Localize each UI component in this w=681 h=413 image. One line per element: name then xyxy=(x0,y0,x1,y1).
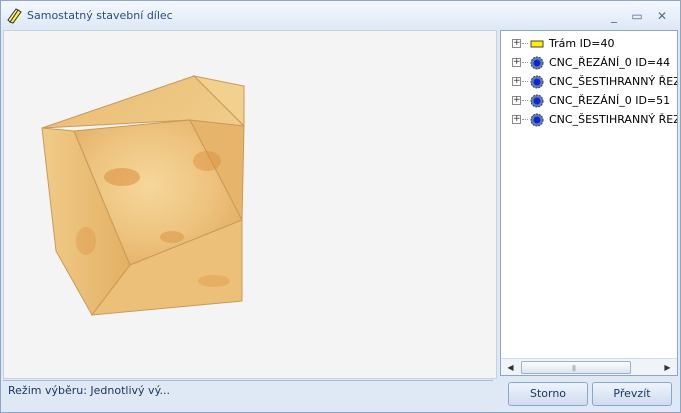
tree-item[interactable]: + CNC_ŠESTIHRANNÝ ŘEZ xyxy=(501,111,677,130)
status-divider xyxy=(3,380,493,381)
3d-viewport[interactable] xyxy=(3,30,497,379)
accept-button[interactable]: Převzít xyxy=(592,382,672,406)
tree-item[interactable]: + CNC_ŠESTIHRANNÝ ŘEZ xyxy=(501,73,677,92)
expand-toggle[interactable]: + xyxy=(512,96,521,105)
title-bar[interactable]: Samostatný stavební dílec _ ▭ ✕ xyxy=(1,1,680,30)
maximize-button[interactable]: ▭ xyxy=(627,8,647,24)
tree-item-label: CNC_ŘEZÁNÍ_0 ID=51 xyxy=(549,94,671,107)
expand-toggle[interactable]: + xyxy=(512,77,521,86)
tree-view[interactable]: + Trám ID=40 + CNC_ŘEZÁNÍ_0 ID=44 + CNC_… xyxy=(500,30,678,376)
tree-connector xyxy=(522,43,528,44)
gear-icon xyxy=(530,94,544,108)
tree-item-label: CNC_ŘEZÁNÍ_0 ID=44 xyxy=(549,56,671,69)
expand-toggle[interactable]: + xyxy=(512,39,521,48)
tree-connector xyxy=(522,100,528,101)
status-bar: Režim výběru: Jednotlivý vý... xyxy=(3,380,497,411)
tree-item-label: CNC_ŠESTIHRANNÝ ŘEZ xyxy=(549,75,678,88)
tree-item[interactable]: + CNC_ŘEZÁNÍ_0 ID=51 xyxy=(501,92,677,111)
cancel-button[interactable]: Storno xyxy=(508,382,588,406)
scrollbar-thumb[interactable]: ||| xyxy=(521,361,631,374)
gear-icon xyxy=(530,75,544,89)
tree-item[interactable]: + Trám ID=40 xyxy=(501,35,677,54)
gear-icon xyxy=(530,113,544,127)
wood-part-3d-model xyxy=(41,75,245,316)
horizontal-scrollbar[interactable]: ◀ ||| ▶ xyxy=(501,358,677,375)
scroll-right-icon[interactable]: ▶ xyxy=(659,359,676,375)
beam-part-icon xyxy=(7,8,22,24)
tree-item-label: CNC_ŠESTIHRANNÝ ŘEZ xyxy=(549,113,678,126)
selection-mode-status: Režim výběru: Jednotlivý vý... xyxy=(8,384,171,397)
tree-item[interactable]: + CNC_ŘEZÁNÍ_0 ID=44 xyxy=(501,54,677,73)
expand-toggle[interactable]: + xyxy=(512,115,521,124)
tree-connector xyxy=(522,81,528,82)
dialog-window: Samostatný stavební dílec _ ▭ ✕ + Trám I… xyxy=(0,0,681,413)
close-button[interactable]: ✕ xyxy=(652,8,672,24)
tree-item-label: Trám ID=40 xyxy=(549,37,615,50)
scroll-left-icon[interactable]: ◀ xyxy=(502,359,519,375)
expand-toggle[interactable]: + xyxy=(512,58,521,67)
minimize-button[interactable]: _ xyxy=(604,8,624,24)
scrollbar-grip-icon: ||| xyxy=(572,365,576,372)
beam-icon xyxy=(530,40,544,48)
tree-connector xyxy=(522,62,528,63)
tree-connector xyxy=(522,119,528,120)
window-title: Samostatný stavební dílec xyxy=(27,9,173,22)
gear-icon xyxy=(530,56,544,70)
